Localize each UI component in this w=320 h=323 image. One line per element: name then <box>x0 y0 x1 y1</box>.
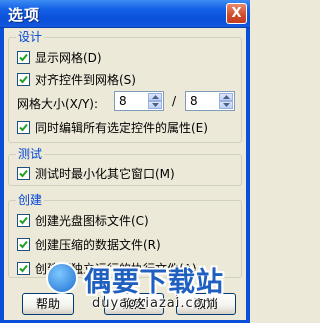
watermark-brand: 偶要下载站 <box>84 267 224 298</box>
watermark: 偶要下载站 duyaoxiazai.com <box>46 258 246 320</box>
title-bar: 选项 X <box>0 0 250 28</box>
create-iso-option[interactable]: 创建光盘图标文件(C) <box>17 212 149 228</box>
arrow-down-icon <box>222 103 230 107</box>
design-group-title: 设计 <box>16 30 45 44</box>
window-frame-left <box>0 28 4 323</box>
close-button[interactable]: X <box>226 3 247 24</box>
watermark-url: duyaoxiazai.com <box>92 296 217 311</box>
checkmark-icon <box>19 123 28 131</box>
edit-all-label: 同时编辑所有选定控件的属性(E) <box>35 120 208 135</box>
test-group-title: 测试 <box>16 147 45 161</box>
grid-y-value[interactable]: 8 <box>190 94 198 108</box>
show-grid-option[interactable]: 显示网格(D) <box>17 49 102 65</box>
checkmark-icon <box>19 240 28 248</box>
show-grid-label: 显示网格(D) <box>35 50 102 65</box>
snap-to-grid-label: 对齐控件到网格(S) <box>35 72 136 87</box>
design-group: 设计 显示网格(D) 对齐控件到网格(S) 网格大小(X/Y): 8 / 8 同… <box>8 30 242 143</box>
window-frame-right <box>246 28 250 323</box>
grid-size-separator: / <box>172 94 177 108</box>
checkmark-icon <box>19 216 28 224</box>
grid-size-label: 网格大小(X/Y): <box>17 96 99 111</box>
watermark-logo-icon <box>46 262 78 294</box>
create-group-title: 创建 <box>16 193 45 207</box>
checkmark-icon <box>19 75 28 83</box>
checkmark-icon <box>19 53 28 61</box>
close-icon: X <box>231 6 242 21</box>
create-iso-checkbox[interactable] <box>17 213 30 227</box>
arrow-down-icon <box>151 103 159 107</box>
arrow-up-icon <box>222 95 230 99</box>
create-compressed-option[interactable]: 创建压缩的数据文件(R) <box>17 236 161 252</box>
checkmark-icon <box>19 264 28 272</box>
create-compressed-label: 创建压缩的数据文件(R) <box>35 237 161 252</box>
arrow-up-icon <box>151 95 159 99</box>
test-group: 测试 测试时最小化其它窗口(M) <box>8 147 242 186</box>
show-grid-checkbox[interactable] <box>17 50 30 64</box>
standalone-checkbox[interactable] <box>17 261 30 275</box>
window-title: 选项 <box>8 6 41 24</box>
checkmark-icon <box>19 169 28 177</box>
edit-all-checkbox[interactable] <box>17 120 30 134</box>
minimize-label: 测试时最小化其它窗口(M) <box>35 166 175 181</box>
minimize-option[interactable]: 测试时最小化其它窗口(M) <box>17 165 175 181</box>
grid-y-down-button[interactable] <box>219 101 233 109</box>
grid-y-up-button[interactable] <box>219 93 233 101</box>
grid-x-spinner[interactable]: 8 <box>114 91 164 111</box>
snap-to-grid-checkbox[interactable] <box>17 72 30 86</box>
grid-x-down-button[interactable] <box>148 101 162 109</box>
edit-all-option[interactable]: 同时编辑所有选定控件的属性(E) <box>17 119 208 135</box>
create-iso-label: 创建光盘图标文件(C) <box>35 213 149 228</box>
grid-size-row: 网格大小(X/Y): <box>17 95 98 111</box>
snap-to-grid-option[interactable]: 对齐控件到网格(S) <box>17 71 136 87</box>
minimize-checkbox[interactable] <box>17 166 30 180</box>
grid-x-value[interactable]: 8 <box>119 94 127 108</box>
grid-y-spinner[interactable]: 8 <box>185 91 235 111</box>
grid-x-up-button[interactable] <box>148 93 162 101</box>
create-compressed-checkbox[interactable] <box>17 237 30 251</box>
